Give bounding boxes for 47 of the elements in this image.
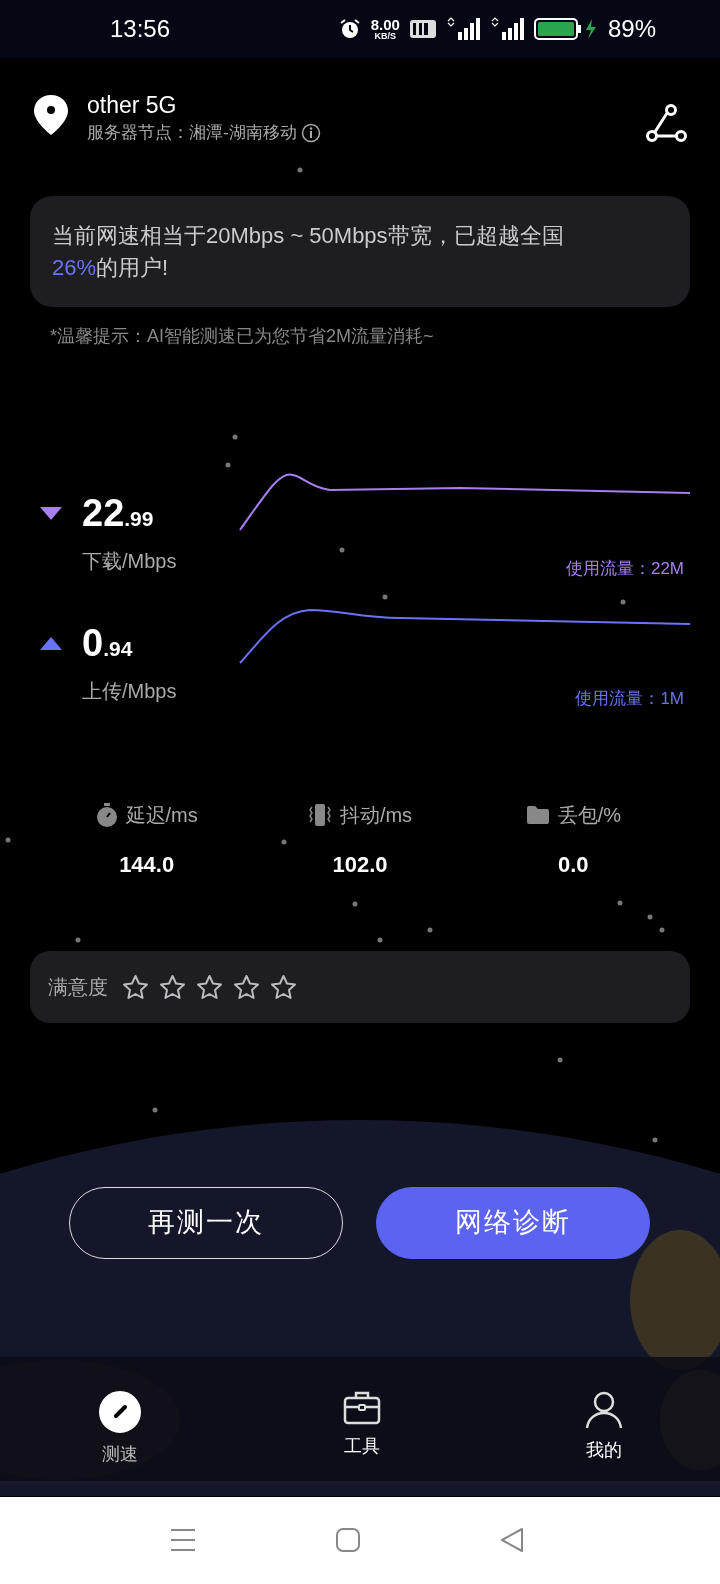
data-usage: 使用流量：22M bbox=[565, 558, 684, 580]
speed-value: 0.94 bbox=[82, 620, 133, 666]
stat-value: 144.0 bbox=[119, 850, 175, 879]
stat-label: 抖动/ms bbox=[339, 802, 413, 828]
network-name: other 5G bbox=[87, 91, 178, 120]
star-icon[interactable] bbox=[196, 973, 223, 1000]
star-icon[interactable] bbox=[122, 973, 149, 1000]
star-icon[interactable] bbox=[233, 973, 260, 1000]
hd-icon bbox=[409, 20, 436, 38]
speed-unit: KB/S bbox=[374, 32, 397, 41]
stat-value: 102.0 bbox=[332, 850, 388, 879]
share-icon[interactable] bbox=[645, 104, 687, 142]
person-icon bbox=[585, 1390, 623, 1429]
folder-icon bbox=[525, 804, 550, 825]
home-icon[interactable] bbox=[334, 1527, 361, 1554]
status-time: 13:56 bbox=[110, 14, 171, 44]
signal-icon bbox=[445, 17, 480, 41]
vibration-icon bbox=[307, 802, 332, 827]
stat-value: 0.0 bbox=[558, 850, 589, 879]
battery-icon bbox=[533, 18, 598, 40]
nav-tab[interactable]: 测速 bbox=[80, 1376, 160, 1497]
back-icon[interactable] bbox=[499, 1527, 525, 1554]
stat-label: 延迟/ms bbox=[125, 802, 198, 828]
rating-label: 满意度 bbox=[48, 974, 108, 1000]
speed-unit-label: 上传/Mbps bbox=[82, 678, 177, 704]
network-speed: 8.00 bbox=[370, 17, 400, 32]
nav-tab[interactable]: 我的 bbox=[564, 1376, 644, 1497]
star-icon[interactable] bbox=[270, 973, 297, 1000]
data-usage: 使用流量：1M bbox=[575, 688, 684, 710]
battery-level: 89% bbox=[607, 14, 656, 44]
briefcase-icon bbox=[343, 1390, 381, 1425]
summary-text: 当前网速相当于20Mbps ~ 50Mbps带宽，已超越全国 26%的用户! bbox=[52, 221, 565, 282]
star-icon[interactable] bbox=[159, 973, 186, 1000]
menu-icon[interactable] bbox=[170, 1528, 196, 1553]
info-icon[interactable] bbox=[300, 122, 321, 143]
location-pin-icon bbox=[33, 94, 69, 136]
speed-unit-label: 下载/Mbps bbox=[82, 548, 177, 574]
nav-tab[interactable]: 工具 bbox=[322, 1376, 402, 1497]
signal-icon bbox=[489, 17, 524, 41]
tip-text: *温馨提示：AI智能测速已为您节省2M流量消耗~ bbox=[50, 324, 435, 348]
stopwatch-icon bbox=[95, 802, 118, 827]
speed-value: 22.99 bbox=[82, 490, 154, 536]
diagnose-button[interactable]: 网络诊断 bbox=[376, 1186, 650, 1259]
speedometer-icon bbox=[99, 1390, 141, 1433]
stat-label: 丢包/% bbox=[557, 802, 621, 828]
alarm-icon bbox=[338, 18, 361, 40]
server-label: 服务器节点：湘潭-湖南移动 bbox=[87, 122, 297, 144]
